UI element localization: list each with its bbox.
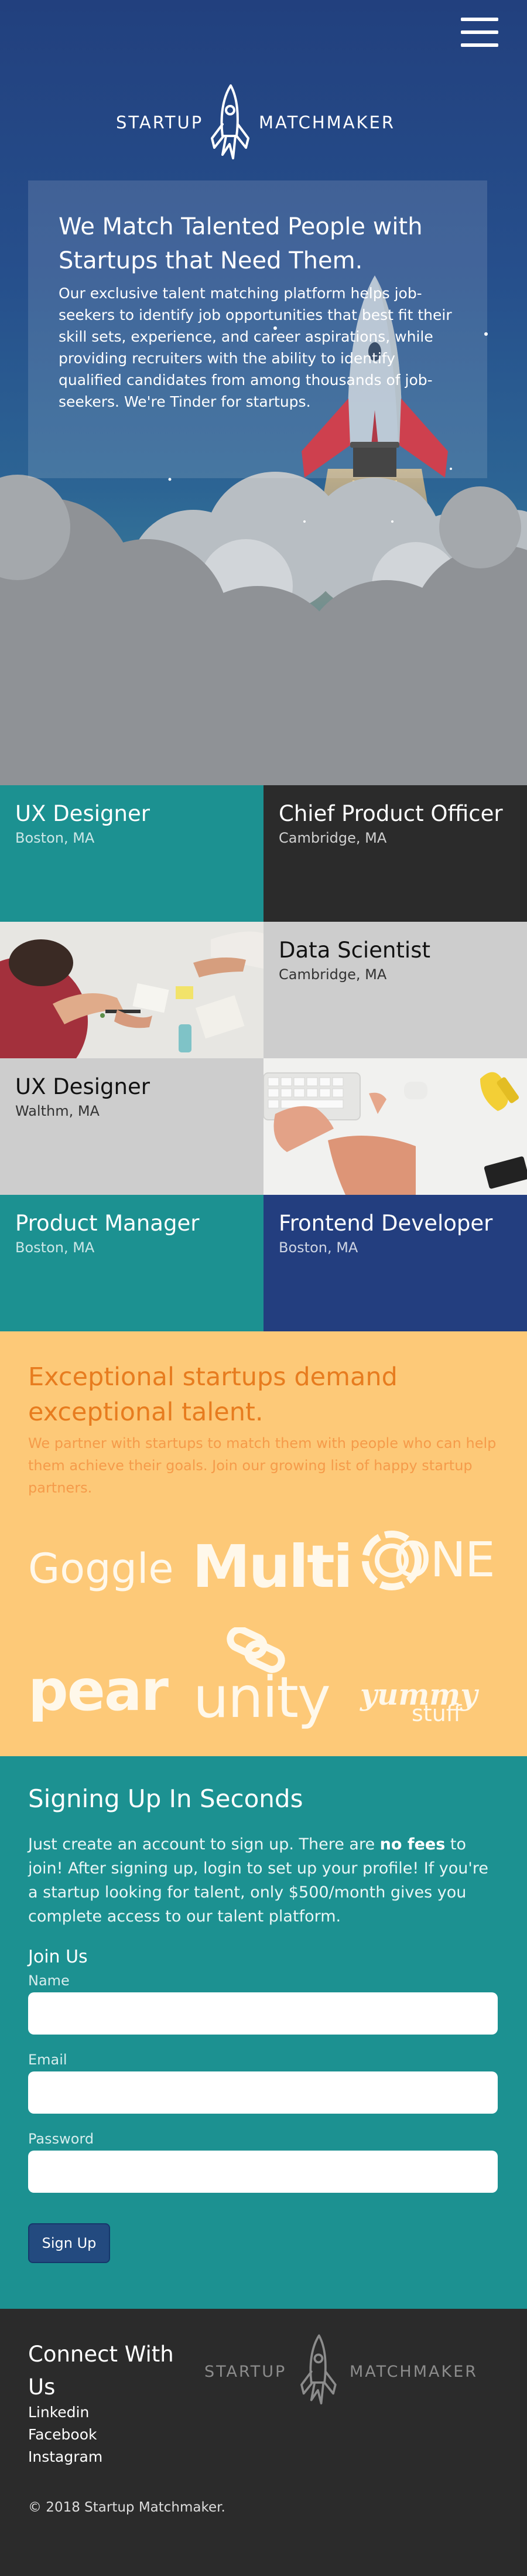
linkedin-link[interactable]: Linkedin (28, 2404, 89, 2421)
job-card[interactable]: UX Designer Walthm, MA (0, 1058, 264, 1195)
name-label: Name (28, 1972, 70, 1989)
job-card[interactable]: Frontend Developer Boston, MA (264, 1195, 527, 1331)
partner-logo-one: ONE (360, 1524, 500, 1597)
footer-logo[interactable]: STARTUP MATCHMAKER (202, 2332, 507, 2414)
job-title: Frontend Developer (279, 1211, 493, 1236)
job-location: Cambridge, MA (279, 830, 387, 846)
signup-description: Just create an account to sign up. There… (28, 1835, 488, 1926)
job-title: Product Manager (15, 1211, 200, 1236)
logo-word-right: MATCHMAKER (259, 113, 396, 132)
footer-logo-word-right: MATCHMAKER (350, 2363, 478, 2381)
footer-logo-word-left: STARTUP (204, 2363, 287, 2381)
job-title: Chief Product Officer (279, 801, 503, 826)
job-card[interactable]: Chief Product Officer Cambridge, MA (264, 785, 527, 922)
signup-title: Signing Up In Seconds (28, 1784, 303, 1813)
hero-section: STARTUP MATCHMAKER We Match Talented Peo… (0, 0, 527, 785)
signup-section: Signing Up In Seconds Just create an acc… (0, 1756, 527, 2309)
keyboard-desk-photo (264, 1058, 527, 1195)
partners-section: Exceptional startups demand exceptional … (0, 1331, 527, 1756)
hamburger-menu-icon[interactable] (461, 16, 498, 49)
password-label: Password (28, 2131, 94, 2147)
job-location: Boston, MA (15, 830, 95, 846)
job-location: Boston, MA (15, 1239, 95, 1256)
email-label: Email (28, 2052, 67, 2068)
team-meeting-photo (0, 922, 264, 1058)
hero-description: Our exclusive talent matching platform h… (59, 285, 452, 410)
partner-logo-pear: pear (28, 1658, 169, 1723)
partner-logo-unity: unity (193, 1627, 334, 1730)
instagram-link[interactable]: Instagram (28, 2448, 102, 2465)
job-location: Boston, MA (279, 1239, 358, 1256)
job-location: Walthm, MA (15, 1103, 100, 1119)
facebook-link[interactable]: Facebook (28, 2426, 97, 2443)
hero-intro-card: We Match Talented People with Startups t… (28, 180, 487, 478)
rocket-icon (300, 2334, 337, 2405)
job-title: Data Scientist (279, 938, 430, 963)
rocket-icon (211, 84, 249, 159)
header-logo[interactable]: STARTUP MATCHMAKER (0, 82, 527, 170)
site-footer: Connect With Us Linkedin Facebook Instag… (0, 2309, 527, 2576)
job-card[interactable]: UX Designer Boston, MA (0, 785, 264, 922)
job-title: UX Designer (15, 801, 150, 826)
password-field[interactable] (28, 2151, 498, 2193)
sign-up-button[interactable]: Sign Up (28, 2223, 110, 2263)
copyright-text: © 2018 Startup Matchmaker. (28, 2500, 225, 2515)
no-fees-highlight: no fees (379, 1835, 446, 1853)
job-listings-grid: UX Designer Boston, MA Chief Product Off… (0, 785, 527, 1331)
logo-word-left: STARTUP (116, 113, 204, 132)
job-card[interactable]: Data Scientist Cambridge, MA (264, 922, 527, 1058)
name-field[interactable] (28, 1992, 498, 2035)
partners-description: We partner with startups to match them w… (28, 1435, 497, 1496)
partner-logo-goggle: Goggle (28, 1545, 174, 1593)
partner-logo-multi: Multi (192, 1532, 353, 1601)
partner-logo-yummy-stuff: yummy stuff (360, 1677, 478, 1726)
footer-title: Connect With Us (28, 2342, 174, 2400)
hero-title: We Match Talented People with Startups t… (59, 213, 423, 274)
join-us-heading: Join Us (28, 1947, 88, 1967)
email-field[interactable] (28, 2071, 498, 2114)
job-card[interactable]: Product Manager Boston, MA (0, 1195, 264, 1331)
partners-title: Exceptional startups demand exceptional … (28, 1362, 398, 1427)
job-title: UX Designer (15, 1074, 150, 1099)
job-location: Cambridge, MA (279, 966, 387, 983)
